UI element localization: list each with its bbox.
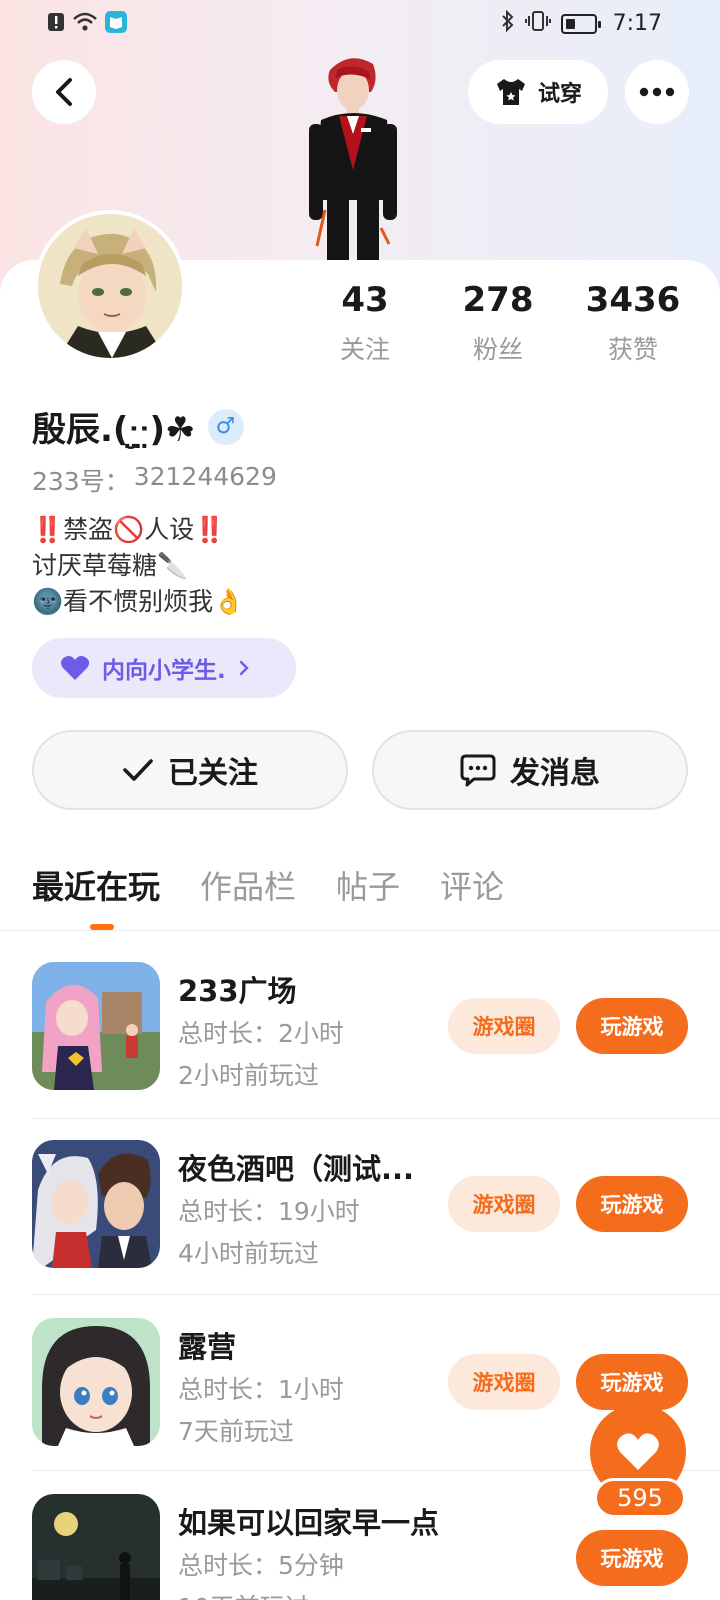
game-last-played: 2小时前玩过	[178, 1061, 319, 1090]
game-title: 夜色酒吧（测试...	[178, 1152, 415, 1186]
bio-line: 🌚看不惯别烦我👌	[32, 587, 245, 616]
following-button-label: 已关注	[168, 756, 258, 791]
game-thumbnail	[32, 962, 160, 1090]
game-total-duration: 总时长：5分钟	[178, 1551, 344, 1580]
back-button[interactable]	[32, 60, 96, 124]
battery-icon	[560, 13, 601, 34]
status-time: 7:17	[612, 11, 662, 36]
username: 殷辰.(ᐧ̤̮ᐧ̤)☘	[32, 410, 196, 450]
game-total-duration: 总时长：19小时	[178, 1197, 360, 1226]
send-message-button[interactable]: 发消息	[372, 730, 688, 810]
row-divider	[32, 1118, 720, 1119]
play-game-button[interactable]: 玩游戏	[576, 1354, 688, 1410]
personality-tag-label: 内向小学生.	[102, 658, 226, 684]
play-game-button[interactable]: 玩游戏	[576, 1530, 688, 1586]
vibrate-icon	[524, 10, 551, 37]
followers-count: 278	[462, 280, 534, 320]
following-count: 43	[341, 280, 389, 320]
heart-icon	[617, 1433, 659, 1470]
chevron-right-icon	[239, 660, 249, 676]
following-button[interactable]: 已关注	[32, 730, 348, 810]
user-id-value: 321244629	[133, 462, 277, 491]
game-thumbnail	[32, 1140, 160, 1268]
following-stat[interactable]: 43 关注	[305, 280, 425, 366]
user-id-label: 233号：	[32, 467, 130, 496]
game-thumbnail	[32, 1318, 160, 1446]
try-on-button[interactable]: 试穿	[468, 60, 608, 124]
likes-label: 获赞	[607, 335, 658, 364]
status-bar: 7:17	[0, 0, 720, 48]
like-count-badge: 595	[594, 1478, 686, 1518]
game-title: 露营	[178, 1330, 237, 1364]
tab-comments[interactable]: 评论	[440, 862, 504, 908]
tab-posts[interactable]: 帖子	[336, 862, 400, 908]
tshirt-icon	[496, 79, 525, 105]
bio-line: ‼️禁盗🚫人设‼️	[32, 515, 226, 544]
heart-icon	[60, 656, 90, 680]
bluetooth-icon	[501, 9, 515, 37]
game-circle-button[interactable]: 游戏圈	[448, 1176, 560, 1232]
more-dots-icon	[639, 87, 675, 97]
try-on-label: 试穿	[537, 82, 582, 107]
personality-tag-chip[interactable]: 内向小学生.	[32, 638, 296, 698]
game-title: 233广场	[178, 974, 297, 1008]
game-total-duration: 总时长：2小时	[178, 1019, 344, 1048]
row-divider	[32, 1294, 720, 1295]
following-label: 关注	[339, 335, 390, 364]
followers-label: 粉丝	[472, 335, 523, 364]
game-list-item[interactable]: 如果可以回家早一点 总时长：5分钟 10天前玩过 玩游戏	[32, 1494, 688, 1600]
game-circle-button[interactable]: 游戏圈	[448, 1354, 560, 1410]
game-circle-button[interactable]: 游戏圈	[448, 998, 560, 1054]
play-game-button[interactable]: 玩游戏	[576, 1176, 688, 1232]
likes-stat[interactable]: 3436 获赞	[573, 280, 693, 366]
tab-recently-played[interactable]: 最近在玩	[32, 862, 160, 908]
game-list-item[interactable]: 露营 总时长：1小时 7天前玩过 游戏圈 玩游戏	[32, 1318, 688, 1446]
chevron-left-icon	[56, 78, 72, 106]
game-title: 如果可以回家早一点	[178, 1506, 440, 1540]
play-game-button[interactable]: 玩游戏	[576, 998, 688, 1054]
male-gender-icon: ♂	[207, 408, 244, 445]
bio: ‼️禁盗🚫人设‼️ 讨厌草莓糖🔪 🌚看不惯别烦我👌	[32, 512, 244, 620]
game-total-duration: 总时长：1小时	[178, 1375, 344, 1404]
alert-icon	[46, 11, 66, 38]
likes-count: 3436	[585, 280, 681, 320]
chat-bubble-icon	[460, 754, 496, 787]
game-thumbnail	[32, 1494, 160, 1600]
username-row: 殷辰.(ᐧ̤̮ᐧ̤)☘ ♂	[32, 402, 244, 451]
game-list-item[interactable]: 233广场 总时长：2小时 2小时前玩过 游戏圈 玩游戏	[32, 962, 688, 1090]
tabs-divider	[0, 930, 720, 931]
book-app-icon	[104, 10, 128, 39]
wifi-icon	[72, 11, 98, 38]
profile-tabs: 最近在玩 作品栏 帖子 评论	[32, 862, 504, 908]
check-icon	[123, 759, 153, 781]
followers-stat[interactable]: 278 粉丝	[438, 280, 558, 366]
game-last-played: 7天前玩过	[178, 1417, 294, 1446]
bio-line: 讨厌草莓糖🔪	[32, 551, 189, 580]
tab-works[interactable]: 作品栏	[200, 862, 296, 908]
avatar-character-figure	[295, 50, 410, 260]
game-last-played: 10天前玩过	[178, 1588, 310, 1600]
send-message-label: 发消息	[510, 756, 600, 791]
avatar[interactable]	[34, 210, 186, 362]
more-options-button[interactable]	[625, 60, 689, 124]
user-id: 233号： 321244629	[32, 462, 277, 498]
game-last-played: 4小时前玩过	[178, 1239, 319, 1268]
game-list-item[interactable]: 夜色酒吧（测试... 总时长：19小时 4小时前玩过 游戏圈 玩游戏	[32, 1140, 688, 1268]
